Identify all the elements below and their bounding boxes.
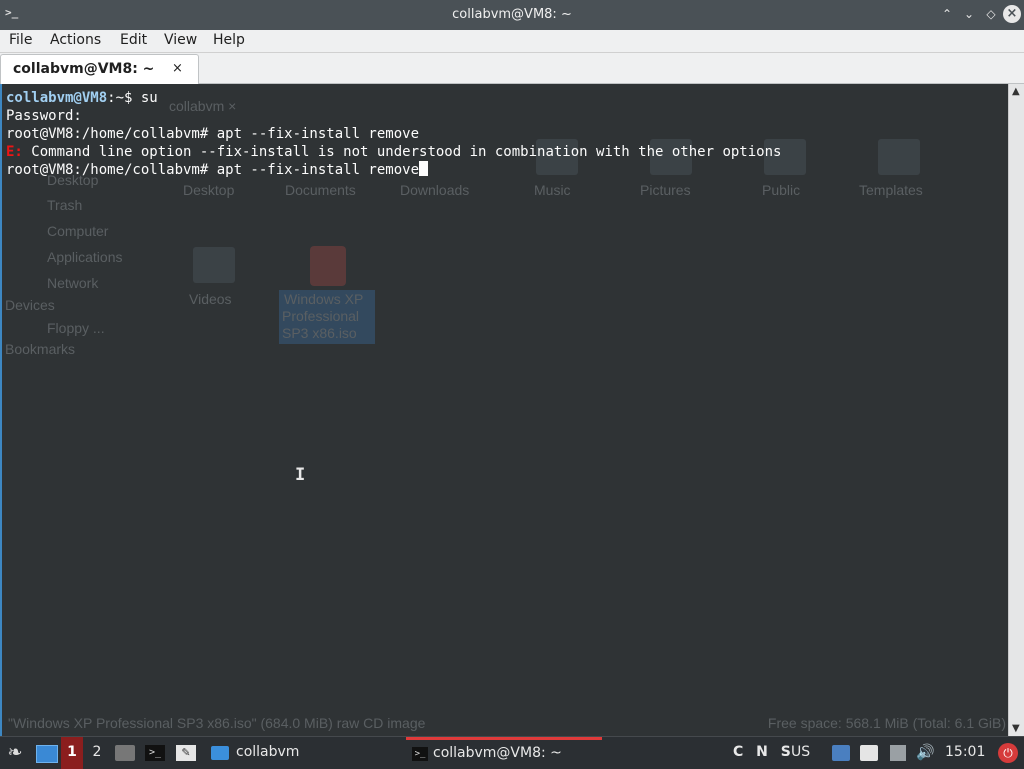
close-button[interactable]: ×: [1003, 5, 1021, 23]
bg-folder-documents: Documents: [285, 182, 356, 198]
application-menu-icon[interactable]: ❧: [4, 737, 26, 769]
bg-folder-icon: [193, 247, 235, 283]
task-terminal-active[interactable]: >_ collabvm@VM8: ~: [406, 737, 602, 769]
terminal-area[interactable]: collabvm × Desktop Trash Computer Applic…: [0, 84, 1010, 736]
terminal-line-1: :~$ su: [107, 90, 158, 106]
network-tray-icon[interactable]: [832, 745, 850, 761]
prompt-user: collabvm@VM8: [6, 90, 108, 106]
bg-sidebar-trash: Trash: [47, 197, 83, 213]
bg-iso-file-icon: [310, 246, 346, 286]
bg-sidebar-applications: Applications: [47, 249, 123, 265]
window-titlebar[interactable]: >_ collabvm@VM8: ~ ⌃ ⌄ ◇ ×: [0, 0, 1024, 30]
tab-bar: collabvm@VM8: ~ ×: [0, 53, 1024, 85]
terminal-line-3: root@VM8:/home/collabvm# apt --fix-insta…: [6, 126, 420, 142]
terminal-launcher-icon[interactable]: >_: [145, 745, 165, 761]
maximize-button[interactable]: ◇: [983, 6, 999, 22]
bg-folder-icon: [878, 139, 920, 175]
clock[interactable]: 15:01: [945, 737, 985, 769]
terminal-scrollbar[interactable]: ▲ ▼: [1008, 84, 1024, 736]
bg-sidebar-network: Network: [47, 275, 99, 291]
show-desktop-icon[interactable]: [36, 745, 58, 763]
task-file-manager[interactable]: collabvm: [236, 737, 299, 769]
bg-devices-header: Devices: [5, 297, 55, 313]
background-file-manager: collabvm × Desktop Trash Computer Applic…: [2, 84, 1010, 736]
text-cursor: [419, 161, 429, 176]
bg-folder-templates: Templates: [859, 182, 923, 198]
terminal-task-icon: >_: [412, 747, 428, 761]
volume-icon[interactable]: 🔊: [916, 737, 935, 769]
bg-device-floppy: Floppy ...: [47, 320, 105, 336]
tab-terminal[interactable]: collabvm@VM8: ~ ×: [0, 54, 199, 85]
bg-status-right: Free space: 568.1 MiB (Total: 6.1 GiB): [767, 715, 1006, 731]
menu-actions[interactable]: Actions: [50, 32, 101, 48]
menu-file[interactable]: File: [9, 32, 32, 48]
ibeam-cursor-icon: I: [295, 465, 306, 485]
bg-bookmarks-header: Bookmarks: [5, 341, 76, 357]
keyboard-locks-indicator: C N S: [733, 744, 795, 760]
removable-media-tray-icon[interactable]: [890, 745, 906, 761]
terminal-line-2: Password:: [6, 108, 82, 124]
tab-close-icon[interactable]: ×: [172, 61, 183, 76]
menu-view[interactable]: View: [164, 32, 197, 48]
bg-folder-downloads: Downloads: [400, 182, 470, 198]
menu-help[interactable]: Help: [213, 32, 245, 48]
bg-folder-public: Public: [762, 182, 801, 198]
folder-task-icon: [211, 746, 229, 760]
keyboard-layout-indicator[interactable]: US: [791, 737, 810, 769]
window-title: collabvm@VM8: ~: [452, 7, 572, 22]
text-editor-launcher-icon[interactable]: ✎: [176, 745, 196, 761]
bg-status-left: "Windows XP Professional SP3 x86.iso" (6…: [8, 715, 426, 731]
menu-edit[interactable]: Edit: [120, 32, 147, 48]
error-prefix: E:: [6, 144, 23, 160]
terminal-line-5: root@VM8:/home/collabvm# apt --fix-insta…: [6, 162, 420, 178]
workspace-1-button[interactable]: 1: [61, 737, 83, 769]
bg-folder-pictures: Pictures: [640, 182, 691, 198]
workspace-2-button[interactable]: 2: [86, 737, 108, 769]
bg-sidebar-computer: Computer: [47, 223, 109, 239]
bg-folder-music: Music: [534, 182, 571, 198]
bg-iso-label-2: Professional: [282, 308, 360, 324]
bg-iso-label-1: Windows XP: [284, 291, 364, 307]
file-manager-launcher-icon[interactable]: [115, 745, 135, 761]
scroll-down-icon[interactable]: ▼: [1012, 723, 1020, 734]
terminal-output[interactable]: collabvm@VM8:~$ su Password: root@VM8:/h…: [6, 89, 781, 179]
terminal-line-4: Command line option --fix-install is not…: [22, 144, 782, 160]
keep-above-button[interactable]: ⌃: [939, 6, 955, 22]
minimize-button[interactable]: ⌄: [961, 6, 977, 22]
scroll-up-icon[interactable]: ▲: [1012, 86, 1020, 97]
bg-folder-videos: Videos: [189, 291, 232, 307]
taskbar: ❧ 1 2 >_ ✎ collabvm >_ collabvm@VM8: ~ C…: [0, 736, 1024, 769]
power-icon[interactable]: ⏻: [998, 743, 1018, 763]
bg-iso-label-3: SP3 x86.iso: [282, 325, 357, 341]
menu-bar: File Actions Edit View Help: [0, 30, 1024, 53]
task-terminal-label: collabvm@VM8: ~: [433, 745, 562, 761]
clipboard-tray-icon[interactable]: [860, 745, 878, 761]
tab-label: collabvm@VM8: ~: [13, 61, 155, 77]
bg-folder-desktop: Desktop: [183, 182, 235, 198]
